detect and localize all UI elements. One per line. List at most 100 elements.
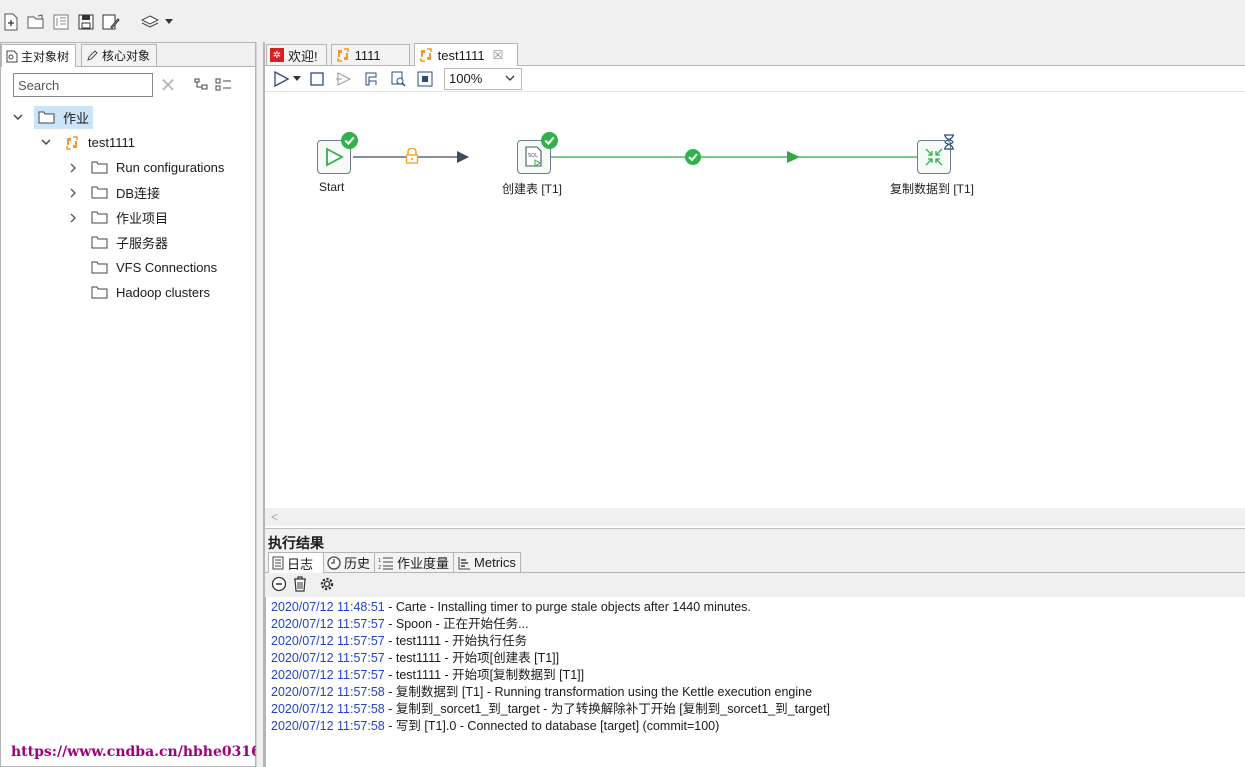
save-as-icon[interactable] [100, 11, 122, 33]
log-icon [272, 556, 284, 570]
main-toolbar [0, 4, 1245, 40]
svg-text:2: 2 [378, 565, 381, 570]
node-label: 创建表 [T1] [502, 182, 563, 196]
metrics-icon [458, 556, 471, 569]
tree-item-run-configurations[interactable]: Run configurations [1, 155, 255, 180]
node-label: 复制数据到 [T1] [890, 182, 975, 196]
log-toolbar [265, 573, 1245, 597]
trash-icon[interactable] [293, 575, 307, 595]
folder-icon [91, 261, 108, 274]
job-toolbar: 100% [265, 66, 1245, 92]
dropdown-arrow-icon[interactable] [164, 11, 174, 33]
log-line: 2020/07/12 11:57:58 - 写到 [T1].0 - Connec… [271, 718, 1245, 735]
tree-tab-icon [6, 50, 18, 62]
log-message: - test1111 - 开始项[复制数据到 [T1]] [384, 668, 585, 682]
chevron-right-icon[interactable] [67, 213, 79, 223]
log-line: 2020/07/12 11:57:58 - 复制到_sorcet1_到_targ… [271, 701, 1245, 718]
gear-icon[interactable] [319, 576, 335, 595]
tab-core-objects[interactable]: 核心对象 [81, 44, 158, 66]
tab-label: 欢迎! [288, 48, 318, 64]
tree-item-label: Run configurations [116, 160, 225, 175]
tree-item-jobs[interactable]: 作业 [1, 105, 255, 130]
tree-item-db-connections[interactable]: DB连接 [1, 180, 255, 205]
stop-icon[interactable] [305, 68, 329, 90]
log-timestamp: 2020/07/12 11:48:51 [271, 600, 385, 614]
node-label: Start [319, 180, 345, 194]
tab-1111[interactable]: 1111 [330, 44, 410, 65]
chevron-right-icon[interactable] [67, 188, 79, 198]
folder-icon [91, 211, 108, 224]
stop-log-icon[interactable] [271, 576, 287, 595]
tree-item-hadoop-clusters[interactable]: Hadoop clusters [1, 280, 255, 305]
tab-history[interactable]: 历史 [323, 552, 376, 572]
run-options-dropdown-icon[interactable] [292, 68, 302, 90]
object-tree: 作业 test1111 Run configurations DB连接 作业项目 [1, 105, 255, 305]
tree-item-vfs-connections[interactable]: VFS Connections [1, 255, 255, 280]
collapse-all-icon[interactable] [215, 77, 233, 94]
log-line: 2020/07/12 11:48:51 - Carte - Installing… [271, 599, 1245, 616]
status-success-icon [541, 132, 558, 152]
layers-icon[interactable] [139, 11, 161, 33]
tree-item-slave-servers[interactable]: 子服务器 [1, 230, 255, 255]
chevron-right-icon[interactable] [67, 163, 79, 173]
log-text-area[interactable]: 2020/07/12 11:48:51 - Carte - Installing… [265, 597, 1245, 767]
tree-item-label: 作业项目 [116, 211, 169, 226]
tab-test1111[interactable]: test1111 ☒ [413, 43, 519, 66]
tab-welcome[interactable]: ✲ 欢迎! [266, 44, 327, 65]
status-success-icon [341, 132, 358, 152]
search-input[interactable] [13, 73, 153, 97]
folder-icon [91, 236, 108, 249]
hop-arrow-1 [457, 151, 469, 163]
tree-item-label: 作业 [63, 111, 90, 126]
results-title: 执行结果 [265, 529, 1245, 551]
log-line: 2020/07/12 11:57:58 - 复制数据到 [T1] - Runni… [271, 684, 1245, 701]
tab-main-object-tree[interactable]: 主对象树 [1, 44, 77, 67]
tab-label: test1111 [437, 47, 485, 63]
tab-label: 主对象树 [21, 49, 70, 64]
chevron-down-icon[interactable] [12, 114, 24, 121]
log-message: - 复制到_sorcet1_到_target - 为了转换解除补丁开始 [复制到… [384, 702, 831, 716]
tree-item-label: DB连接 [116, 186, 161, 201]
object-tree-panel: 主对象树 核心对象 ✕ 作业 test1111 [0, 42, 261, 767]
save-icon[interactable] [75, 11, 97, 33]
clear-search-icon[interactable]: ✕ [157, 73, 179, 98]
lock-icon [405, 147, 419, 167]
expand-all-icon[interactable] [193, 77, 209, 94]
job-canvas[interactable]: Start SQL 创建表 [T1] 复制数据到 [T1] [265, 92, 1245, 526]
editor-panel: ✲ 欢迎! 1111 test1111 ☒ 100% Start SQL 创建表… [264, 42, 1245, 767]
log-timestamp: 2020/07/12 11:57:58 [271, 685, 385, 699]
tree-item-job-entries[interactable]: 作业项目 [1, 205, 255, 230]
preview-icon[interactable] [386, 68, 410, 90]
log-line: 2020/07/12 11:57:57 - test1111 - 开始执行任务 [271, 633, 1245, 650]
hop-arrow-2 [787, 151, 800, 163]
chevron-down-icon[interactable] [40, 139, 52, 146]
new-file-icon[interactable] [0, 11, 22, 33]
explore-repo-icon[interactable] [50, 11, 72, 33]
results-tabs: 日志 历史 12 作业度量 Metrics [265, 551, 1245, 573]
job-icon [419, 48, 432, 62]
replay-icon[interactable] [332, 68, 356, 90]
copy-tables-icon [925, 148, 943, 166]
tree-item-test1111[interactable]: test1111 [1, 130, 255, 155]
open-file-icon[interactable] [25, 11, 47, 33]
tree-item-label: test1111 [88, 135, 135, 150]
execution-results-panel: 执行结果 日志 历史 12 作业度量 Metrics 2020/07/12 11… [265, 528, 1245, 767]
log-message: - Carte - Installing timer to purge stal… [384, 600, 751, 614]
tab-log[interactable]: 日志 [268, 552, 325, 573]
editor-tabs: ✲ 欢迎! 1111 test1111 ☒ [265, 42, 1245, 66]
tab-job-metrics[interactable]: 12 作业度量 [374, 552, 455, 572]
panel-splitter[interactable] [256, 42, 264, 767]
tree-item-label: Hadoop clusters [116, 285, 210, 300]
folder-icon [91, 286, 108, 299]
run-icon[interactable] [269, 68, 293, 90]
zoom-select[interactable]: 100% [444, 67, 522, 90]
tree-item-label: 子服务器 [116, 236, 169, 251]
align-icon[interactable] [413, 68, 437, 90]
log-message: - 写到 [T1].0 - Connected to database [tar… [384, 719, 720, 733]
canvas-horizontal-scrollbar[interactable]: < [265, 508, 1245, 526]
check-job-icon[interactable] [359, 68, 383, 90]
close-tab-icon[interactable]: ☒ [493, 48, 504, 62]
log-message: - Spoon - 正在开始任务... [384, 617, 529, 631]
folder-icon [38, 111, 55, 124]
tab-metrics[interactable]: Metrics [453, 552, 521, 572]
